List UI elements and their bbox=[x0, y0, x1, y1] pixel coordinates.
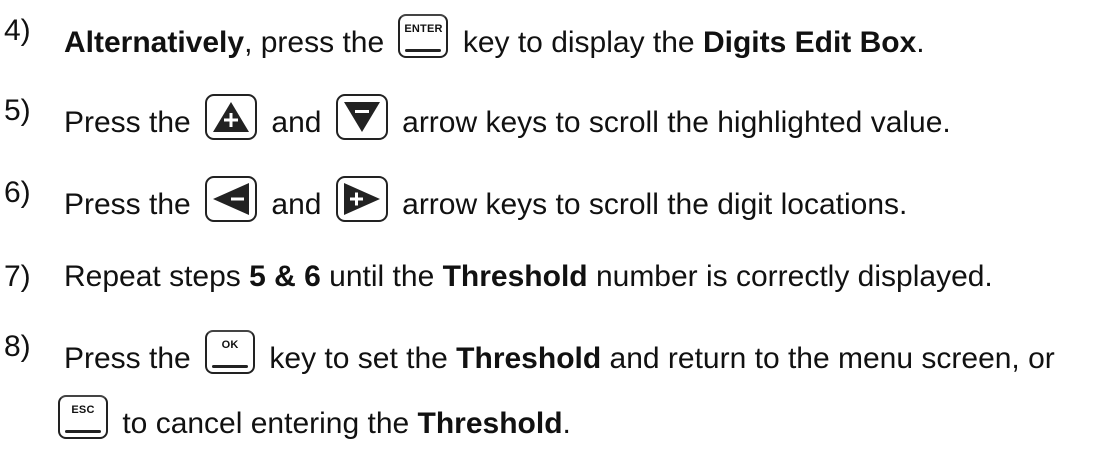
bold-term: Threshold bbox=[442, 260, 588, 293]
down-arrow-key-icon bbox=[335, 94, 388, 140]
step-number: 5) bbox=[4, 94, 31, 127]
step-text: Repeat steps 5 & 6 until the Threshold n… bbox=[64, 260, 993, 293]
ok-key-icon: OK bbox=[205, 330, 256, 374]
step-text: Press the OK key to set the Threshold an… bbox=[64, 330, 1055, 376]
step-text: Press the and arrow keys to scroll the d… bbox=[64, 176, 907, 222]
bold-term: Digits Edit Box bbox=[702, 26, 917, 59]
up-arrow-key-icon bbox=[205, 94, 258, 140]
step-number: 8) bbox=[4, 330, 31, 363]
step-text: ESC to cancel entering the Threshold. bbox=[58, 395, 571, 441]
step-number: 7) bbox=[4, 260, 31, 293]
esc-key-icon: ESC bbox=[58, 395, 108, 439]
bold-term: 5 & 6 bbox=[249, 260, 321, 293]
enter-key-icon: ENTER bbox=[398, 14, 449, 58]
step-number: 6) bbox=[4, 176, 31, 209]
left-arrow-key-icon bbox=[205, 176, 258, 222]
step-text: Press the and arrow keys to scroll the h… bbox=[64, 94, 951, 140]
right-arrow-key-icon bbox=[335, 176, 388, 222]
bold-term: Threshold bbox=[417, 407, 563, 440]
step-text: Alternatively, press the ENTER key to di… bbox=[64, 14, 925, 60]
bold-term: Threshold bbox=[456, 342, 602, 375]
step-number: 4) bbox=[4, 14, 31, 47]
bold-term: Alternatively bbox=[64, 26, 245, 59]
